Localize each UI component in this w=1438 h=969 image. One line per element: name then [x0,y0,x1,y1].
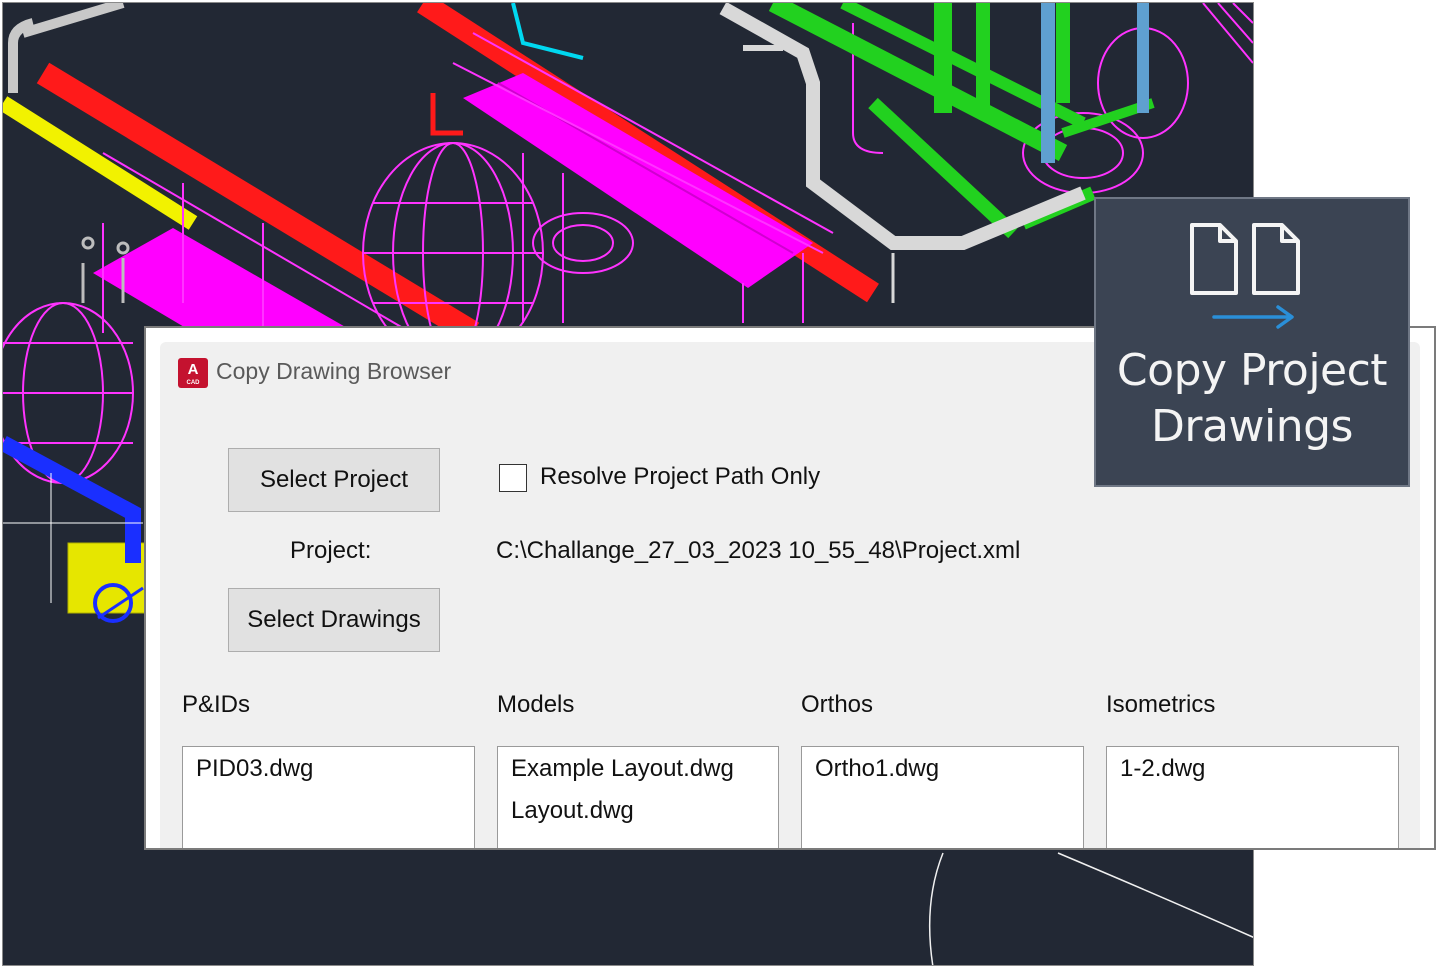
pids-header: P&IDs [182,691,251,718]
list-item[interactable]: Layout.dwg [511,797,765,839]
list-item[interactable]: Ortho1.dwg [815,755,1070,797]
orthos-listbox[interactable]: Ortho1.dwg [801,746,1084,848]
select-drawings-label: Select Drawings [247,606,421,633]
orthos-header: Orthos [801,691,874,718]
project-path-value: C:\Challange_27_03_2023 10_55_48\Project… [496,537,1021,564]
app-icon-letter: A [187,361,199,378]
models-header: Models [497,691,575,718]
list-item[interactable]: PID03.dwg [196,755,461,797]
resolve-project-path-checkbox[interactable] [499,464,527,492]
isometrics-listbox[interactable]: 1-2.dwg [1106,746,1399,848]
ribbon-button-label: Copy Project Drawings [1096,343,1408,455]
pids-listbox[interactable]: PID03.dwg [182,746,475,848]
select-drawings-button[interactable]: Select Drawings [228,588,440,652]
models-listbox[interactable]: Example Layout.dwg Layout.dwg [497,746,779,848]
isometrics-header: Isometrics [1106,691,1216,718]
resolve-project-path-label[interactable]: Resolve Project Path Only [540,463,820,491]
select-project-button[interactable]: Select Project [228,448,440,512]
ribbon-label-line2: Drawings [1151,401,1353,452]
ribbon-label-line1: Copy Project [1116,345,1388,396]
app-icon-sub: CAD [186,380,200,386]
project-label: Project: [290,537,372,564]
list-item[interactable]: Example Layout.dwg [511,755,765,797]
select-project-label: Select Project [259,466,409,493]
list-item[interactable]: 1-2.dwg [1120,755,1385,797]
dialog-title: Copy Drawing Browser [216,358,452,384]
autocad-app-icon: A CAD [178,358,208,388]
copy-project-drawings-ribbon-button[interactable]: Copy Project Drawings [1094,197,1410,487]
copy-documents-arrow-icon [1190,223,1300,329]
